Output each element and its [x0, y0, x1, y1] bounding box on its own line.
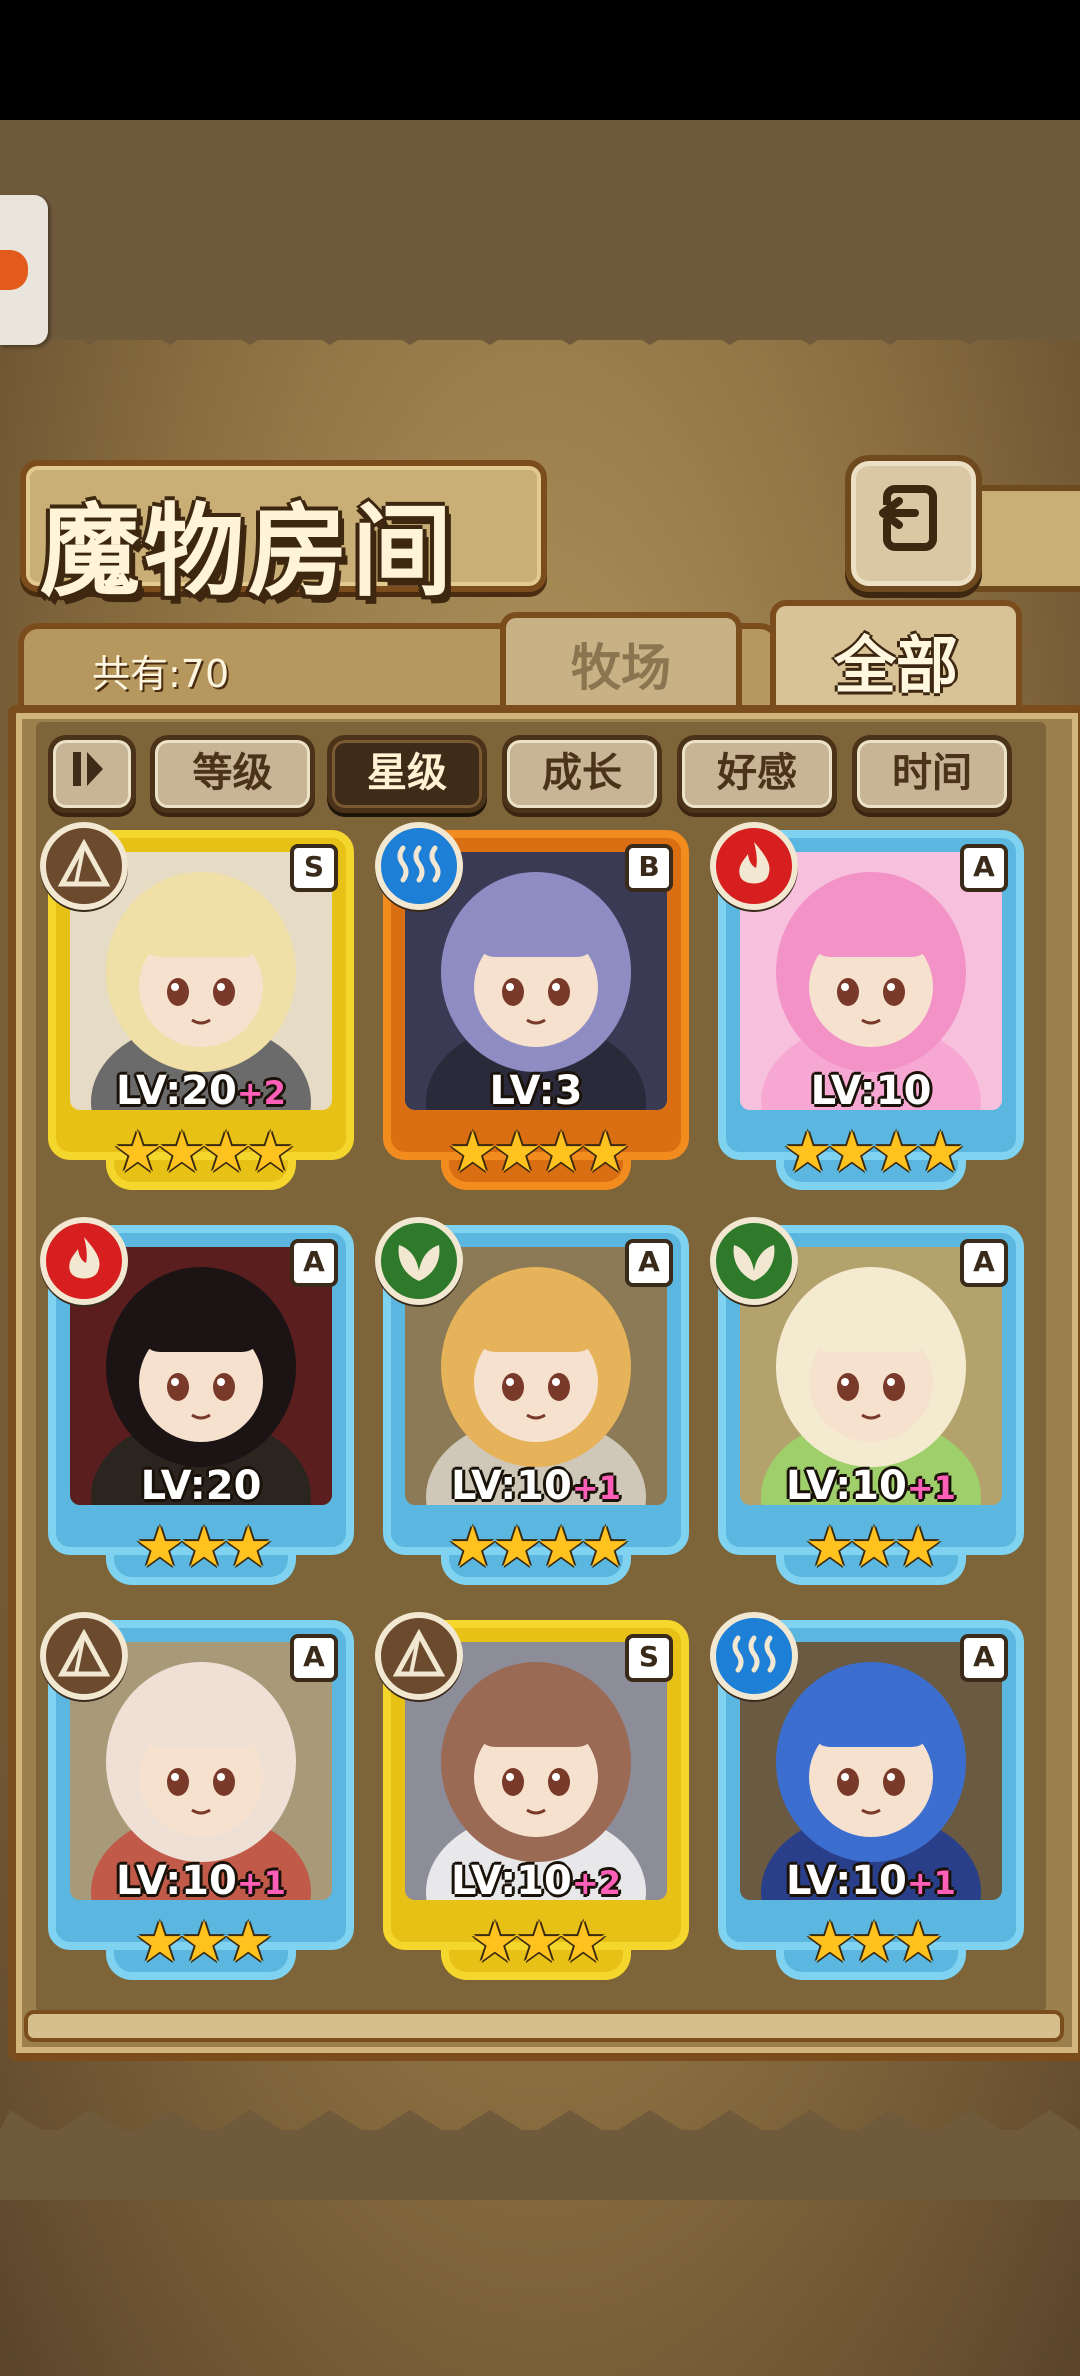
water-element-icon: [375, 822, 463, 910]
level-value: LV:10: [786, 1463, 907, 1509]
sort-by-star-button[interactable]: 星级: [327, 735, 487, 813]
level-label: LV:20: [48, 1463, 354, 1509]
level-bonus: +1: [571, 1469, 621, 1507]
level-bonus: +2: [571, 1864, 621, 1902]
monster-card[interactable]: A LV:10+1 ★★★: [710, 1612, 1024, 1980]
grade-badge: A: [290, 1239, 338, 1287]
level-value: LV:10: [451, 1858, 572, 1904]
level-value: LV:20: [116, 1068, 237, 1114]
status-bar: [0, 0, 1080, 120]
side-tab-icon: [0, 250, 28, 290]
star-rating: ★★★: [469, 1910, 609, 1975]
level-value: LV:20: [140, 1463, 262, 1509]
grade-badge: S: [625, 1634, 673, 1682]
sort-order-toggle-button[interactable]: [48, 735, 136, 813]
bottom-map-band: [0, 2130, 1080, 2200]
level-label: LV:10+1: [718, 1463, 1024, 1509]
level-value: LV:10: [451, 1463, 572, 1509]
star-rating: ★★★: [804, 1515, 944, 1580]
monster-card[interactable]: S LV:10+2 ★★★: [375, 1612, 689, 1980]
side-tab[interactable]: [0, 195, 48, 345]
earth-element-icon: [40, 822, 128, 910]
monster-card[interactable]: A LV:10+1 ★★★★: [375, 1217, 689, 1585]
level-label: LV:10: [718, 1068, 1024, 1114]
monster-card[interactable]: B LV:3 ★★★★: [375, 822, 689, 1190]
monster-card[interactable]: A LV:10+1 ★★★: [40, 1612, 354, 1980]
star-rating: ★★★: [804, 1910, 944, 1975]
tab-all[interactable]: 全部: [770, 600, 1022, 721]
monster-card[interactable]: S LV:20+2 ★★★★: [40, 822, 354, 1190]
sort-by-affection-button[interactable]: 好感: [677, 735, 837, 813]
back-rail: [975, 485, 1080, 592]
wood-element-icon: [375, 1217, 463, 1305]
monster-card[interactable]: A LV:10+1 ★★★: [710, 1217, 1024, 1585]
level-label: LV:10+1: [383, 1463, 689, 1509]
earth-element-icon: [375, 1612, 463, 1700]
star-rating: ★★★★: [447, 1515, 631, 1580]
back-button[interactable]: [845, 455, 982, 592]
panel-bottom-rail: [24, 2010, 1064, 2042]
grade-badge: B: [625, 844, 673, 892]
wood-element-icon: [710, 1217, 798, 1305]
star-rating: ★★★: [134, 1910, 274, 1975]
monster-count: 共有:70: [92, 652, 230, 696]
level-value: LV:10: [810, 1068, 932, 1114]
grade-badge: A: [625, 1239, 673, 1287]
fire-element-icon: [710, 822, 798, 910]
level-label: LV:10+1: [718, 1858, 1024, 1904]
sort-by-growth-button[interactable]: 成长: [502, 735, 662, 813]
sort-by-time-button[interactable]: 时间: [852, 735, 1012, 813]
sort-order-icon: [73, 752, 103, 786]
level-value: LV:3: [489, 1068, 583, 1114]
level-value: LV:10: [786, 1858, 907, 1904]
level-bonus: +2: [236, 1074, 286, 1112]
level-value: LV:10: [116, 1858, 237, 1904]
level-label: LV:10+2: [383, 1858, 689, 1904]
sort-by-level-button[interactable]: 等级: [150, 735, 315, 813]
page-title: 魔物房间: [40, 492, 456, 610]
star-rating: ★★★: [134, 1515, 274, 1580]
tab-ranch[interactable]: 牧场: [500, 612, 742, 714]
level-bonus: +1: [236, 1864, 286, 1902]
earth-element-icon: [40, 1612, 128, 1700]
level-label: LV:20+2: [48, 1068, 354, 1114]
level-label: LV:3: [383, 1068, 689, 1114]
level-label: LV:10+1: [48, 1858, 354, 1904]
zigzag-border-top: [0, 300, 1080, 345]
level-bonus: +1: [906, 1864, 956, 1902]
level-bonus: +1: [906, 1469, 956, 1507]
grade-badge: A: [960, 1239, 1008, 1287]
star-rating: ★★★★: [112, 1120, 296, 1185]
return-arrow-icon: [877, 485, 937, 551]
monster-card[interactable]: A LV:10 ★★★★: [710, 822, 1024, 1190]
grade-badge: S: [290, 844, 338, 892]
fire-element-icon: [40, 1217, 128, 1305]
grade-badge: A: [960, 1634, 1008, 1682]
water-element-icon: [710, 1612, 798, 1700]
monster-card[interactable]: A LV:20 ★★★: [40, 1217, 354, 1585]
grade-badge: A: [960, 844, 1008, 892]
grade-badge: A: [290, 1634, 338, 1682]
star-rating: ★★★★: [447, 1120, 631, 1185]
star-rating: ★★★★: [782, 1120, 966, 1185]
